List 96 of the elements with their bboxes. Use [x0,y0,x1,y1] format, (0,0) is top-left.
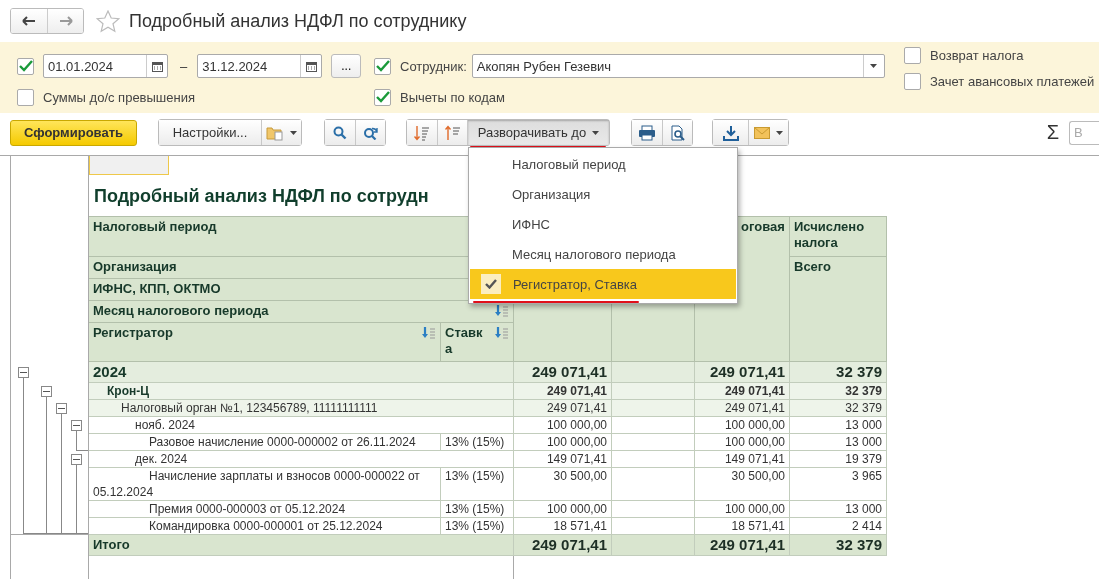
caret-icon [592,130,600,135]
folder-icon [266,124,284,141]
collapse-icon[interactable] [71,454,82,465]
table-cell: 13% (15%) [440,433,514,451]
table-cell: 100 000,00 [694,433,790,451]
table-cell: 13 000 [789,433,887,451]
search-next-button[interactable] [355,120,385,145]
report-title: Подробный анализ НДФЛ по сотрудн [93,185,429,206]
option-label: Суммы до/с превышения [43,89,195,105]
date-from-field[interactable]: 01.01.2024 [43,54,168,78]
employee-label: Сотрудник: [400,58,467,74]
printer-icon [638,124,656,141]
selected-cell[interactable] [89,156,169,175]
sort-descending-icon [414,124,430,141]
collapse-icon[interactable] [56,403,67,414]
search-icon [333,125,347,140]
table-cell: 18 571,41 [513,517,612,535]
back-arrow-icon [22,16,36,26]
search-button[interactable] [325,120,355,145]
header-label: Ставка [445,325,484,357]
option-checkbox[interactable] [17,88,34,106]
table-cell: 149 071,41 [513,450,612,468]
calendar-icon [305,60,317,72]
period-checkbox[interactable] [17,57,34,75]
table-cell: 149 071,41 [694,450,790,468]
table-cell: 13% (15%) [440,500,514,518]
caret-icon [870,64,878,68]
sort-icon[interactable] [495,305,509,317]
sort-ascending-button[interactable] [437,120,467,145]
table-cell: 100 000,00 [694,416,790,434]
search-refresh-icon [362,125,379,140]
window-title: Подробный анализ НДФЛ по сотруднику [129,10,467,32]
table-cell: 30 500,00 [513,467,612,501]
header-label: Месяц налогового периода [93,303,269,319]
settings-button[interactable]: Настройки... [159,120,261,145]
option-checkbox[interactable] [904,73,921,90]
table-cell: 18 571,41 [694,517,790,535]
download-icon [722,124,739,141]
menu-item[interactable]: Налоговый период [469,149,737,179]
employee-checkbox[interactable] [374,57,391,75]
print-preview-button[interactable] [662,120,692,145]
back-button[interactable] [11,9,47,33]
table-cell: 100 000,00 [513,500,612,518]
option-checkbox[interactable] [374,88,391,106]
sum-button[interactable]: Σ [1046,121,1059,144]
expand-to-button[interactable]: Разворачивать до [468,120,609,145]
date-to-field[interactable]: 31.12.2024 [197,54,323,78]
envelope-icon [754,126,770,139]
table-cell: 100 000,00 [513,416,612,434]
table-cell: 13% (15%) [440,517,514,535]
table-cell: 13 000 [789,500,887,518]
table-cell: 3 965 [789,467,887,501]
print-button[interactable] [632,120,662,145]
table-cell: Начисление зарплаты и взносов 0000-000022 от 05.12.2024 [88,467,441,501]
calendar-icon [151,60,163,72]
caret-icon [290,130,297,135]
header-cell: Всего [789,256,887,362]
menu-item[interactable]: Организация [469,179,737,209]
sort-icon[interactable] [495,327,509,339]
collapse-icon[interactable] [41,386,52,397]
caret-icon [776,130,783,135]
table-cell: Премия 0000-000003 от 05.12.2024 [88,500,441,518]
star-icon[interactable] [96,9,120,33]
generate-button[interactable]: Сформировать [10,119,137,146]
variants-button[interactable] [261,120,301,145]
table-cell: 30 500,00 [694,467,790,501]
table-cell: 100 000,00 [513,433,612,451]
table-cell: 2024 [88,361,514,383]
period-select-button[interactable]: ... [331,54,362,78]
table-cell: Итого [88,534,514,556]
sort-ascending-icon [444,124,461,141]
table-cell: 2 414 [789,517,887,535]
table-cell: Командировка 0000-000001 от 25.12.2024 [88,517,441,535]
employee-field[interactable]: Акопян Рубен Гезевич [471,54,885,78]
table-cell: нояб. 2024 [88,416,514,434]
table-cell: дек. 2024 [88,450,514,468]
download-button[interactable] [713,120,748,145]
header-cell: Исчислено налога [789,216,887,257]
forward-arrow-icon [58,16,73,26]
collapse-icon[interactable] [18,367,29,378]
document-search-icon [669,124,686,141]
table-cell: 100 000,00 [694,500,790,518]
range-separator: – [180,58,188,74]
option-label: Возврат налога [930,48,1024,63]
table-cell: Разовое начисление 0000-000002 от 26.11.2024 [88,433,441,451]
collapse-icon[interactable] [71,420,82,431]
header-label: Регистратор [93,325,173,341]
option-label: Вычеты по кодам [400,89,505,105]
table-cell: 19 379 [789,450,887,468]
sort-icon[interactable] [422,327,436,339]
checkmark-icon [481,274,501,294]
table-cell: 13 000 [789,416,887,434]
table-cell: 13% (15%) [440,467,514,501]
option-label: Зачет авансовых платежей [930,74,1095,89]
option-checkbox[interactable] [904,47,921,64]
sort-descending-button[interactable] [407,120,437,145]
